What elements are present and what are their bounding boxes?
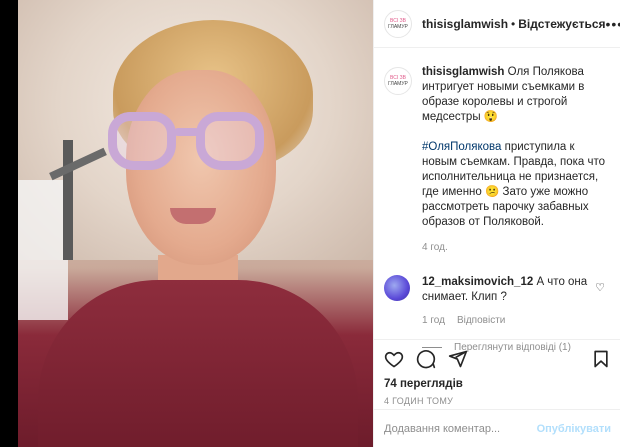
author-username[interactable]: thisisglamwish — [422, 17, 508, 31]
video-glasses-right — [196, 112, 264, 170]
more-options-icon[interactable]: ••• — [606, 16, 620, 32]
comment-timestamp[interactable]: 1 год — [422, 315, 445, 326]
caption-hashtag[interactable]: #ОляПолякова — [422, 141, 501, 153]
post-actions: 74 переглядів 4 ГОДИН ТОМУ — [374, 339, 620, 406]
caption-username[interactable]: thisisglamwish — [422, 66, 504, 78]
save-bookmark-icon[interactable] — [591, 349, 611, 369]
comments-section: ВСІ ЗВ ГЛАМУР thisisglamwish Оля Поляков… — [374, 49, 620, 353]
video-cloth — [18, 180, 68, 320]
caption-timestamp[interactable]: 4 год. — [422, 240, 607, 255]
video-robe — [38, 280, 358, 447]
share-icon[interactable] — [448, 349, 468, 369]
comment-icon[interactable] — [416, 349, 436, 369]
following-button[interactable]: Відстежується — [518, 17, 605, 31]
comment-item: 12_maksimovich_12 А что она снимает. Кли… — [384, 275, 611, 305]
video-glasses-bridge — [174, 128, 200, 136]
commenter-avatar[interactable] — [384, 275, 410, 301]
post-viewer: ВСІ ЗВ ГЛАМУР thisisglamwish • Відстежує… — [0, 0, 620, 447]
avatar-logo-line2: ГЛАМУР — [388, 23, 408, 30]
action-icons — [384, 346, 611, 372]
caption-text-2: приступила к новым съемкам. Правда, пока… — [422, 141, 605, 228]
comment-meta: 1 год Відповісти — [422, 315, 611, 326]
video-glasses-left — [108, 112, 176, 170]
post-video[interactable] — [18, 0, 373, 447]
post-comment-button[interactable]: Опублікувати — [537, 423, 611, 435]
add-comment-bar: Опублікувати — [374, 409, 620, 447]
like-icon[interactable] — [384, 349, 404, 369]
reply-button[interactable]: Відповісти — [457, 315, 505, 326]
caption-avatar-line2: ГЛАМУР — [388, 81, 408, 87]
header-separator: • — [511, 16, 516, 31]
caption: ВСІ ЗВ ГЛАМУР thisisglamwish Оля Поляков… — [384, 65, 611, 255]
comment-body: 12_maksimovich_12 А что она снимает. Кли… — [422, 275, 590, 305]
caption-avatar[interactable]: ВСІ ЗВ ГЛАМУР — [384, 67, 412, 95]
caption-body: thisisglamwish Оля Полякова интригует но… — [422, 65, 607, 255]
post-header: ВСІ ЗВ ГЛАМУР thisisglamwish • Відстежує… — [374, 0, 620, 48]
post-time-ago[interactable]: 4 ГОДИН ТОМУ — [384, 396, 611, 406]
view-count[interactable]: 74 переглядів — [384, 378, 611, 390]
commenter-username[interactable]: 12_maksimovich_12 — [422, 276, 533, 288]
add-comment-input[interactable] — [384, 422, 537, 435]
author-avatar[interactable]: ВСІ ЗВ ГЛАМУР — [384, 9, 412, 38]
comment-like-icon[interactable]: ♡ — [595, 281, 605, 294]
video-stand — [63, 140, 73, 260]
post-side-panel: ВСІ ЗВ ГЛАМУР thisisglamwish • Відстежує… — [373, 0, 620, 447]
